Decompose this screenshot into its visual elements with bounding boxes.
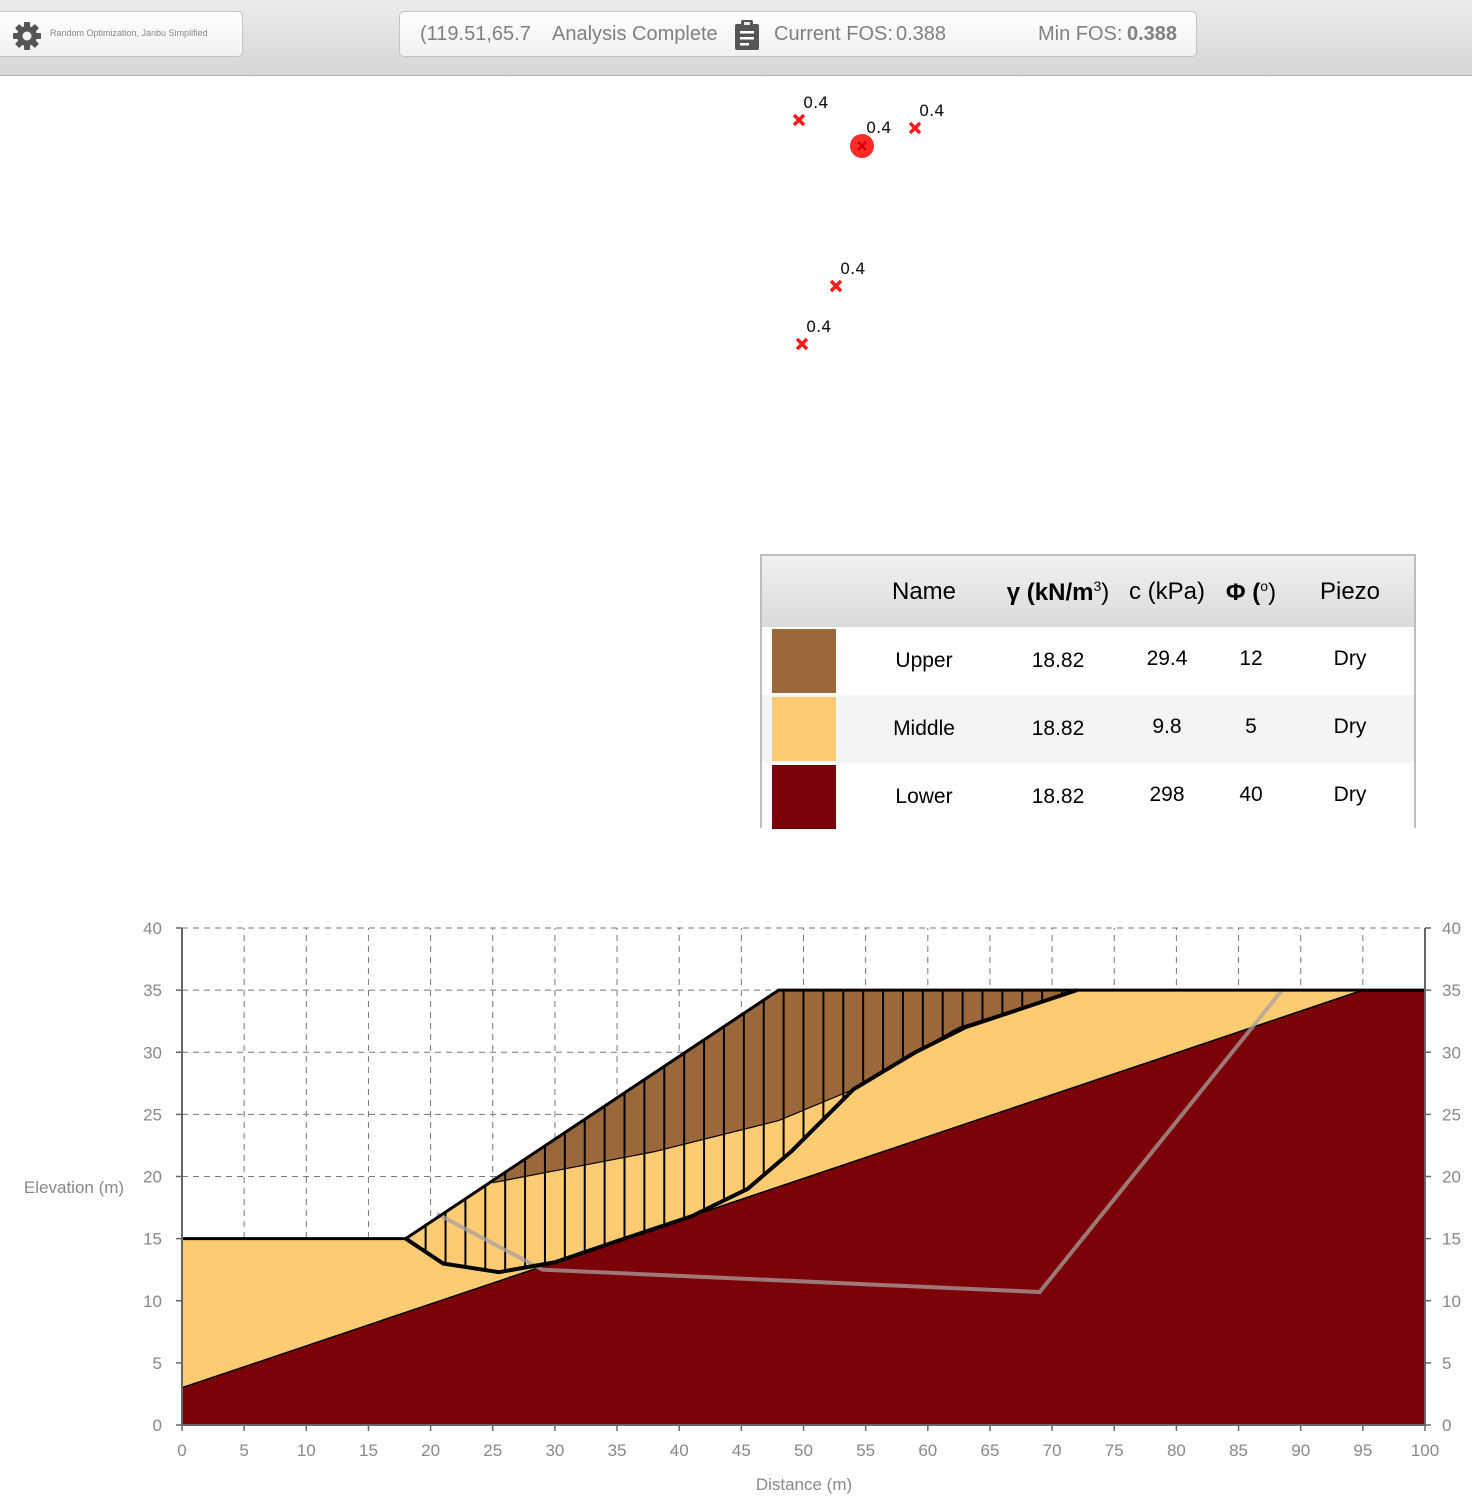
y-tick-label-right: 40 <box>1442 919 1461 938</box>
min-fos-value: 0.388 <box>1127 23 1178 45</box>
material-row-upper[interactable]: Upper 18.82 29.4 12 Dry <box>762 627 1414 695</box>
y-tick-label: 5 <box>153 1354 162 1373</box>
header-friction-angle: Φ (o) <box>1225 578 1277 606</box>
current-fos-value: 0.388 <box>896 23 947 45</box>
y-tick-label: 25 <box>143 1105 162 1124</box>
x-tick-label: 15 <box>359 1441 378 1460</box>
material-friction-angle: 40 <box>1239 783 1263 806</box>
x-tick-label: 0 <box>177 1441 186 1460</box>
header-piezo: Piezo <box>1319 578 1381 605</box>
y-tick-label-right: 0 <box>1442 1416 1451 1435</box>
material-unit-weight: 18.82 <box>1031 649 1085 672</box>
material-friction-angle: 12 <box>1239 647 1263 670</box>
top-toolbar: Random Optimization, Janbu Simplified (1… <box>0 0 1472 76</box>
material-piezo: Dry <box>1333 647 1367 670</box>
analysis-method-label: Random Optimization, Janbu Simplified <box>50 28 208 38</box>
cursor-coordinates: (119.51,65.7 <box>420 23 531 45</box>
search-point[interactable]: 0.4 <box>908 101 944 135</box>
x-tick-label: 25 <box>483 1441 502 1460</box>
x-tick-label: 80 <box>1167 1441 1186 1460</box>
x-tick-label: 75 <box>1105 1441 1124 1460</box>
material-piezo: Dry <box>1333 715 1367 738</box>
x-tick-label: 35 <box>608 1441 627 1460</box>
search-point[interactable]: 0.4 <box>792 93 828 127</box>
material-unit-weight: 18.82 <box>1031 785 1085 808</box>
materials-table-header: Name γ (kN/m3) c (kPa) Φ (o) Piezo <box>762 556 1414 627</box>
y-tick-label-right: 15 <box>1442 1230 1461 1249</box>
search-point-fos: 0.4 <box>919 101 944 120</box>
y-tick-label: 40 <box>143 919 162 938</box>
search-point-fos: 0.4 <box>840 259 865 278</box>
gear-icon <box>13 22 41 50</box>
min-fos-label: Min FOS: <box>1038 23 1123 45</box>
y-tick-label-right: 20 <box>1442 1168 1461 1187</box>
y-tick-label-right: 25 <box>1442 1105 1461 1124</box>
material-color-swatch <box>772 697 836 761</box>
search-point-fos: 0.4 <box>866 118 891 137</box>
x-tick-label: 5 <box>239 1441 248 1460</box>
header-cohesion: c (kPa) <box>1128 578 1206 605</box>
material-piezo: Dry <box>1333 783 1367 806</box>
material-name: Lower <box>895 785 953 808</box>
x-tick-label: 95 <box>1353 1441 1372 1460</box>
search-point[interactable]: 0.4 <box>829 259 865 293</box>
search-grid-points: 0.4 0.4 0.4 0.4 0.4 <box>792 93 944 351</box>
material-cohesion: 9.8 <box>1152 715 1182 738</box>
header-unit-weight: γ (kN/m3) <box>1006 578 1110 606</box>
material-cohesion: 29.4 <box>1146 647 1188 670</box>
x-tick-label: 50 <box>794 1441 813 1460</box>
material-cohesion: 298 <box>1149 783 1185 806</box>
y-tick-label: 0 <box>153 1416 162 1435</box>
material-name: Upper <box>895 649 953 672</box>
y-tick-label: 10 <box>143 1292 162 1311</box>
material-name: Middle <box>893 717 955 740</box>
material-color-swatch <box>772 629 836 693</box>
y-tick-label: 20 <box>143 1168 162 1187</box>
x-tick-label: 10 <box>297 1441 316 1460</box>
search-point-fos: 0.4 <box>806 317 831 336</box>
x-tick-label: 45 <box>732 1441 751 1460</box>
y-tick-label-right: 35 <box>1442 981 1461 1000</box>
x-axis-label: Distance (m) <box>756 1475 852 1494</box>
header-name: Name <box>891 578 957 605</box>
y-tick-label: 15 <box>143 1230 162 1249</box>
analysis-status: Analysis Complete <box>552 23 718 45</box>
analysis-settings-button[interactable]: Random Optimization, Janbu Simplified <box>0 11 243 57</box>
materials-table: Name γ (kN/m3) c (kPa) Φ (o) Piezo Upper… <box>760 554 1416 831</box>
x-tick-label: 20 <box>421 1441 440 1460</box>
y-tick-label: 30 <box>143 1043 162 1062</box>
x-tick-label: 70 <box>1043 1441 1062 1460</box>
clipboard-icon[interactable] <box>733 20 761 50</box>
x-tick-label: 60 <box>918 1441 937 1460</box>
y-tick-label-right: 30 <box>1442 1043 1461 1062</box>
search-point[interactable]: 0.4 <box>795 317 831 351</box>
status-bar: (119.51,65.7 Analysis Complete Current F… <box>399 11 1197 57</box>
y-tick-label: 35 <box>143 981 162 1000</box>
search-point-fos: 0.4 <box>803 93 828 112</box>
x-tick-label: 90 <box>1291 1441 1310 1460</box>
y-axis-label: Elevation (m) <box>24 1178 124 1197</box>
material-row-middle[interactable]: Middle 18.82 9.8 5 Dry <box>762 695 1414 763</box>
y-tick-label-right: 5 <box>1442 1354 1451 1373</box>
x-tick-label: 65 <box>980 1441 999 1460</box>
x-tick-label: 55 <box>856 1441 875 1460</box>
slope-cross-section-chart[interactable]: 0 5 10 15 20 25 30 35 40 45 50 55 60 65 70 75 80 85 90 95 10… <box>0 880 1472 1496</box>
x-tick-label: 100 <box>1411 1441 1439 1460</box>
x-tick-label: 40 <box>670 1441 689 1460</box>
search-point-critical[interactable]: 0.4 <box>850 118 891 158</box>
current-fos-label: Current FOS: <box>774 23 893 45</box>
x-tick-label: 85 <box>1229 1441 1248 1460</box>
material-friction-angle: 5 <box>1245 715 1257 738</box>
material-row-lower[interactable]: Lower 18.82 298 40 Dry <box>762 763 1414 831</box>
x-tick-label: 30 <box>545 1441 564 1460</box>
y-tick-label-right: 10 <box>1442 1292 1461 1311</box>
material-color-swatch <box>772 765 836 829</box>
material-unit-weight: 18.82 <box>1031 717 1085 740</box>
